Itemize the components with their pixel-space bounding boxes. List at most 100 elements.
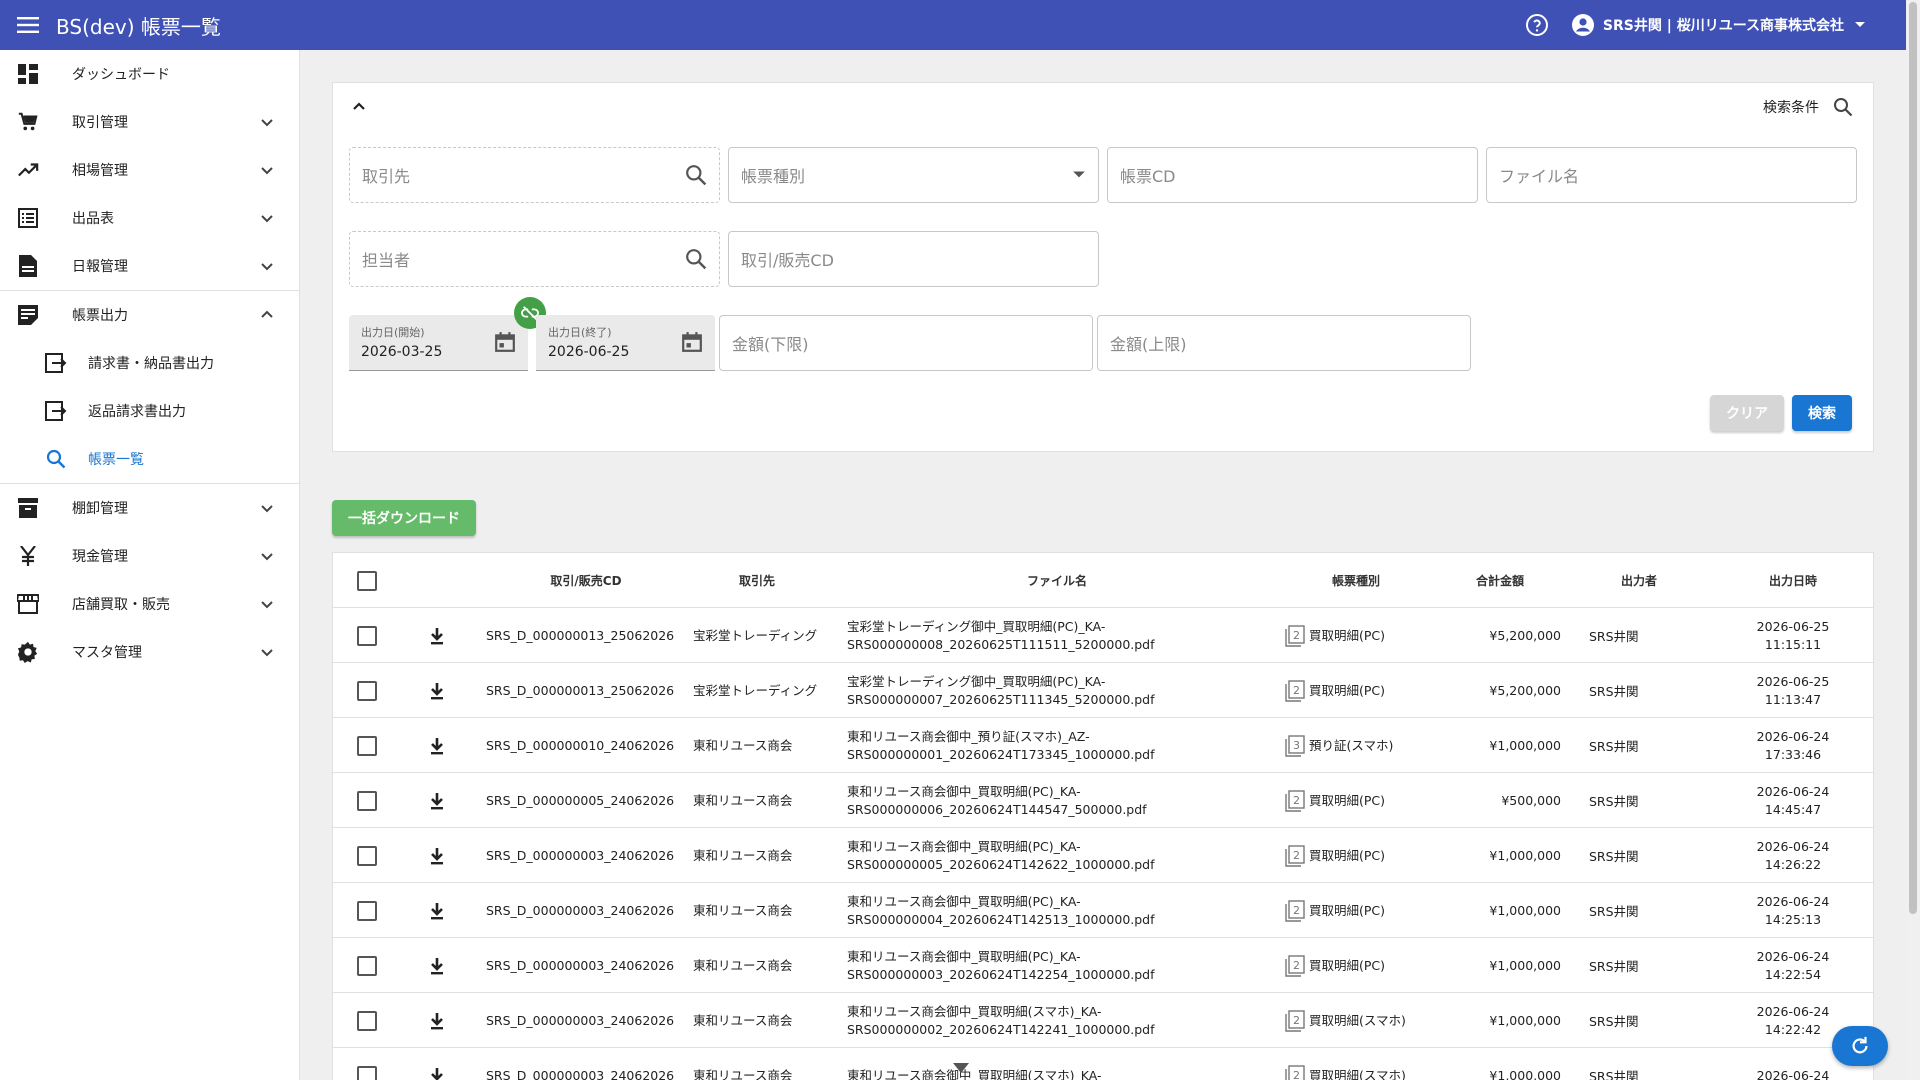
search-icon[interactable] [685,164,707,186]
user-menu[interactable]: SRS井関 | 桜川リユース商事株式会社 [1571,13,1874,37]
table-row[interactable]: SRS_D_000000003_24062026 東和リユース商会 東和リユース商会… [333,938,1873,993]
download-icon[interactable] [427,1011,447,1031]
download-icon[interactable] [427,956,447,976]
date-line1: 2026-06-25 [1756,618,1830,634]
header-code[interactable]: 取引/販売CD [486,553,686,608]
search-icon[interactable] [685,248,707,270]
download-icon[interactable] [427,626,447,646]
cell-file: 東和リユース商会御中_買取明細(PC)_KA- SRS000000005_2026… [847,828,1267,883]
date-line2: 14:25:13 [1764,911,1822,927]
table-row[interactable]: SRS_D_000000013_25062026 宝彩堂トレーディング 宝彩堂トレー… [333,663,1873,718]
sidebar-item-dashboard[interactable]: ダッシュボード [0,50,299,98]
sidebar: ダッシュボード 取引管理 相場管理 出品表 日報管理 帳票出力 請求書・納品書出… [0,50,300,1080]
sidebar-item-label: ダッシュボード [72,67,170,83]
vertical-scrollbar[interactable] [1906,0,1920,1080]
header-partner[interactable]: 取引先 [693,553,821,608]
menu-icon[interactable] [0,0,56,50]
bulk-download-button[interactable]: 一括ダウンロード [332,500,476,536]
row-checkbox[interactable] [357,735,377,756]
amount-min-field[interactable]: 金額(下限) [719,315,1093,371]
doc-type-select[interactable]: 帳票種別 [728,147,1099,203]
sidebar-item-forms[interactable]: 帳票出力 [0,291,299,339]
table-row[interactable]: SRS_D_000000005_24062026 東和リユース商会 東和リユース商会… [333,773,1873,828]
date-line2: 11:15:11 [1764,636,1822,652]
header-file[interactable]: ファイル名 [847,553,1267,608]
row-checkbox[interactable] [357,790,377,811]
sidebar-subitem-invoice[interactable]: 請求書・納品書出力 [0,339,299,387]
date-end-field[interactable]: 出力日(終了) 2026-06-25 [536,315,715,371]
cell-partner: 宝彩堂トレーディング [693,682,818,698]
sidebar-item-store[interactable]: 店舗買取・販売 [0,580,299,628]
sidebar-subitem-label: 請求書・納品書出力 [88,356,214,372]
date-line1: 2026-06-24 [1756,838,1830,854]
sidebar-item-cash[interactable]: 現金管理 [0,532,299,580]
table-row[interactable]: SRS_D_000000003_24062026 東和リユース商会 東和リユース商会… [333,828,1873,883]
clear-button[interactable]: クリア [1710,395,1784,431]
refresh-icon [1852,1036,1868,1054]
sidebar-subitem-return-invoice[interactable]: 返品請求書出力 [0,387,299,435]
trade-cd-field[interactable]: 取引/販売CD [728,231,1099,287]
sidebar-item-master[interactable]: マスタ管理 [0,628,299,676]
partner-field[interactable]: 取引先 [349,147,720,203]
chevron-up-icon[interactable] [347,95,371,119]
table-row[interactable]: SRS_D_000000003_24062026 東和リユース商会 東和リユース商会… [333,1048,1873,1080]
download-icon[interactable] [427,1066,447,1080]
download-icon[interactable] [427,681,447,701]
calendar-icon[interactable] [681,331,703,353]
row-checkbox[interactable] [357,955,377,976]
staff-field[interactable]: 担当者 [349,231,720,287]
refresh-button[interactable] [1832,1026,1888,1066]
table-row[interactable]: SRS_D_000000003_24062026 東和リユース商会 東和リユース商会… [333,883,1873,938]
table-row[interactable]: SRS_D_000000013_25062026 宝彩堂トレーディング 宝彩堂トレー… [333,608,1873,663]
table-body: SRS_D_000000013_25062026 宝彩堂トレーディング 宝彩堂トレー… [333,608,1873,1080]
search-conditions-toggle[interactable]: 検索条件 [1763,97,1853,117]
export-icon [42,397,70,425]
row-checkbox[interactable] [357,845,377,866]
type-label: 買取明細(PC) [1309,627,1386,643]
header-date[interactable]: 出力日時 [1743,553,1843,608]
sidebar-item-daily-report[interactable]: 日報管理 [0,242,299,290]
type-number: 3 [1293,739,1300,752]
help-icon[interactable] [1525,13,1549,37]
scrollbar-thumb[interactable] [1909,2,1917,914]
row-checkbox[interactable] [357,1065,377,1080]
row-checkbox[interactable] [357,680,377,701]
row-checkbox[interactable] [357,1010,377,1031]
select-all-checkbox[interactable] [357,570,377,591]
cell-date: 2026-06-24 14:22:54 [1743,938,1843,993]
download-icon[interactable] [427,736,447,756]
sidebar-item-inventory[interactable]: 棚卸管理 [0,484,299,532]
header-amount[interactable]: 合計金額 [1439,553,1561,608]
cell-date: 2026-06-24 14:26:22 [1743,828,1843,883]
cell-by: SRS井関 [1589,959,1639,974]
note-icon [14,301,42,329]
calendar-icon[interactable] [494,331,516,353]
table-row[interactable]: SRS_D_000000010_24062026 東和リユース商会 東和リユース商会… [333,718,1873,773]
cell-amount: ¥1,000,000 [1489,848,1561,863]
file-name-line1: 東和リユース商会御中_預り証(スマホ)_AZ- [847,728,1090,744]
date-start-field[interactable]: 出力日(開始) 2026-03-25 [349,315,528,371]
sidebar-item-listing[interactable]: 出品表 [0,194,299,242]
table-row[interactable]: SRS_D_000000003_24062026 東和リユース商会 東和リユース商会… [333,993,1873,1048]
download-icon[interactable] [427,901,447,921]
type-number: 2 [1293,1014,1300,1027]
cell-amount: ¥5,200,000 [1489,628,1561,643]
row-checkbox[interactable] [357,900,377,921]
sidebar-item-trade[interactable]: 取引管理 [0,98,299,146]
sidebar-item-market[interactable]: 相場管理 [0,146,299,194]
doc-cd-field[interactable]: 帳票CD [1107,147,1478,203]
header-type[interactable]: 帳票種別 [1285,553,1427,608]
download-icon[interactable] [427,846,447,866]
amount-max-field[interactable]: 金額(上限) [1097,315,1471,371]
cell-by: SRS井関 [1589,794,1639,809]
document-number-icon: 2 [1285,624,1305,647]
filename-field[interactable]: ファイル名 [1486,147,1857,203]
row-checkbox[interactable] [357,625,377,646]
sidebar-item-label: 日報管理 [72,259,128,275]
sidebar-subitem-form-list[interactable]: 帳票一覧 [0,435,299,483]
search-button[interactable]: 検索 [1792,395,1852,431]
date-line1: 2026-06-24 [1756,893,1830,909]
download-icon[interactable] [427,791,447,811]
header-by[interactable]: 出力者 [1589,553,1689,608]
scroll-down-icon[interactable] [950,1060,972,1080]
